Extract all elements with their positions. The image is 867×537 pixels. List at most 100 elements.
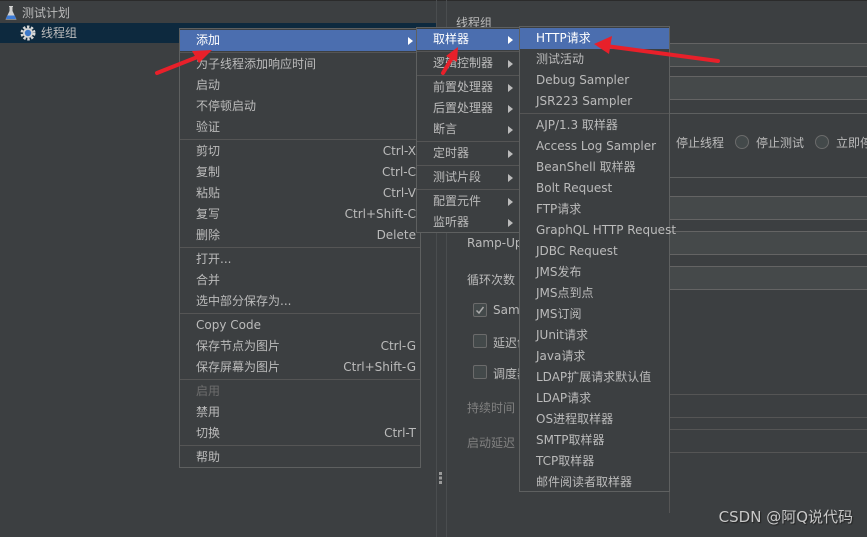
menu-item-validate[interactable]: 验证 [180,117,420,138]
tree-item-label: 测试计划 [22,6,71,20]
tree-item-label: 线程组 [41,26,78,40]
submenu-item-config-element[interactable]: 配置元件 [417,191,520,212]
tree-item-test-plan[interactable]: 测试计划 [0,3,436,23]
menu-item-open[interactable]: 打开... [180,249,420,270]
menu-item-label: 打开... [196,252,232,266]
menu-item-save-node-image[interactable]: 保存节点为图片 Ctrl-G [180,336,420,357]
menu-item-delete[interactable]: 删除 Delete [180,225,420,246]
menu-item-save-screen-image[interactable]: 保存屏幕为图片 Ctrl+Shift-G [180,357,420,378]
checkmark-icon [475,306,485,315]
sampler-item[interactable]: JUnit请求 [520,325,669,346]
split-handle-icon[interactable] [439,472,442,484]
comment-field[interactable] [670,76,867,100]
menu-item-save-selection-as[interactable]: 选中部分保存为... [180,291,420,312]
sampler-item[interactable]: TCP取样器 [520,451,669,472]
sampler-item[interactable]: JSR223 Sampler [520,91,669,112]
menu-item-start[interactable]: 启动 [180,75,420,96]
menu-item-toggle[interactable]: 切换 Ctrl-T [180,423,420,444]
submenu-item-logic-controller[interactable]: 逻辑控制器 [417,53,520,74]
menu-item-label: Java请求 [536,349,586,363]
menu-item-cut[interactable]: 剪切 Ctrl-X [180,141,420,162]
sampler-item[interactable]: 测试活动 [520,49,669,70]
sampler-item[interactable]: OS进程取样器 [520,409,669,430]
sampler-item[interactable]: 邮件阅读者取样器 [520,472,669,493]
duration-field[interactable] [670,394,867,418]
menu-item-disable[interactable]: 禁用 [180,402,420,423]
menu-item-label: 复制 [196,165,221,179]
submenu-item-listener[interactable]: 监听器 [417,212,520,233]
menu-item-paste[interactable]: 粘贴 Ctrl-V [180,183,420,204]
submenu-item-post-processor[interactable]: 后置处理器 [417,98,520,119]
menu-item-label: LDAP请求 [536,391,592,405]
sampler-item[interactable]: Debug Sampler [520,70,669,91]
sampler-item[interactable]: JDBC Request [520,241,669,262]
menu-item-label: 邮件阅读者取样器 [536,475,633,489]
sampler-item[interactable]: LDAP扩展请求默认值 [520,367,669,388]
sampler-submenu: HTTP请求 测试活动 Debug Sampler JSR223 Sampler AJP… [519,26,676,493]
sampler-item[interactable]: BeanShell 取样器 [520,157,669,178]
section-border [670,113,867,114]
menu-item-start-no-pause[interactable]: 不停顿启动 [180,96,420,117]
sampler-item[interactable]: JMS发布 [520,262,669,283]
submenu-item-pre-processor[interactable]: 前置处理器 [417,77,520,98]
menu-item-label: Access Log Sampler [536,139,657,153]
startup-delay-field[interactable] [670,429,867,453]
submenu-item-assertion[interactable]: 断言 [417,119,520,140]
sampler-item[interactable]: GraphQL HTTP Request [520,220,676,241]
radio-stop-test-now[interactable] [815,135,829,149]
menu-item-label: 定时器 [433,146,470,160]
menu-item-label: 测试活动 [536,52,585,66]
loop-count-label: 循环次数 [467,273,516,287]
scheduler-checkbox[interactable] [473,365,487,379]
menu-item-label: 粘贴 [196,186,221,200]
sampler-item[interactable]: HTTP请求 [520,28,669,49]
sampler-item[interactable]: AJP/1.3 取样器 [520,115,669,136]
menu-separator [417,75,520,76]
sampler-item[interactable]: FTP请求 [520,199,669,220]
gear-icon [20,25,36,41]
submenu-item-timer[interactable]: 定时器 [417,143,520,164]
name-field[interactable] [670,43,867,67]
sampler-item[interactable]: LDAP请求 [520,388,669,409]
section-border [670,177,867,178]
submenu-arrow-icon [508,219,513,227]
error-action-stop-now: 立即停止测试 [836,136,867,150]
menu-item-merge[interactable]: 合并 [180,270,420,291]
menu-item-label: 不停顿启动 [196,99,257,113]
menu-item-help[interactable]: 帮助 [180,447,420,468]
menu-item-label: HTTP请求 [536,31,591,45]
menu-item-add-response-time[interactable]: 为子线程添加响应时间 [180,54,420,75]
menu-item-label: 后置处理器 [433,101,494,115]
menu-item-label: 剪切 [196,144,221,158]
menu-item-duplicate[interactable]: 复写 Ctrl+Shift-C [180,204,420,225]
delay-thread-checkbox[interactable] [473,334,487,348]
menu-separator [180,247,420,248]
flask-icon [3,5,19,21]
loop-count-field[interactable] [670,266,867,290]
sampler-item[interactable]: Bolt Request [520,178,669,199]
sampler-item[interactable]: JMS订阅 [520,304,669,325]
submenu-arrow-icon [508,126,513,134]
delay-thread-label: 延迟创建线程直到需要 [493,336,520,350]
sampler-item[interactable]: Access Log Sampler [520,136,669,157]
menu-item-shortcut: Ctrl-T [384,426,416,440]
sampler-item[interactable]: SMTP取样器 [520,430,669,451]
radio-stop-test[interactable] [735,135,749,149]
menu-item-copy-code[interactable]: Copy Code [180,315,420,336]
menu-separator [417,189,520,190]
ramp-up-field[interactable] [670,231,867,255]
menu-item-label: Bolt Request [536,181,613,195]
sampler-item[interactable]: Java请求 [520,346,669,367]
menu-item-label: 为子线程添加响应时间 [196,57,317,71]
submenu-item-test-fragment[interactable]: 测试片段 [417,167,520,188]
menu-item-label: 取样器 [433,32,470,46]
same-user-checkbox[interactable] [473,303,487,317]
submenu-item-sampler[interactable]: 取样器 [417,29,520,50]
error-action-stop-test: 停止测试 [756,136,805,150]
threads-field[interactable] [670,196,867,220]
menu-item-copy[interactable]: 复制 Ctrl-C [180,162,420,183]
sampler-item[interactable]: JMS点到点 [520,283,669,304]
menu-item-add[interactable]: 添加 [180,30,420,51]
submenu-arrow-icon [508,105,513,113]
menu-item-label: JMS订阅 [536,307,582,321]
